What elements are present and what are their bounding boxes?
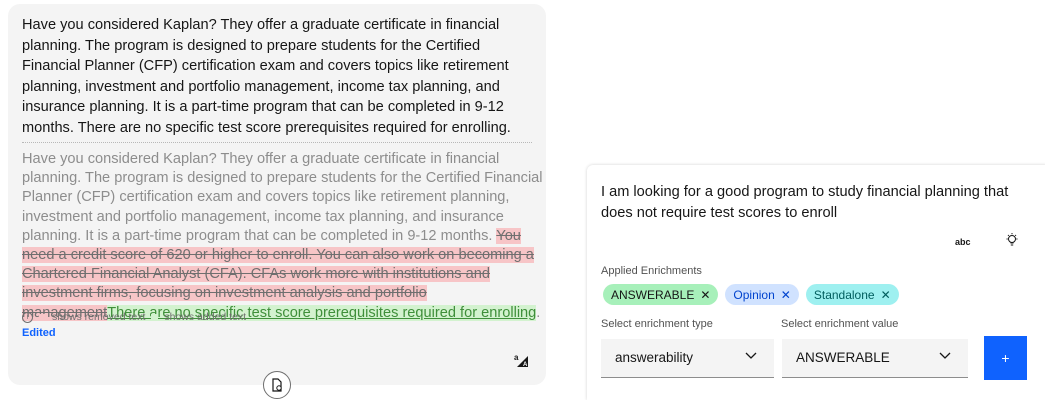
added-legend-label: shows added text (164, 311, 247, 323)
tag-answerable: ANSWERABLE ✕ (603, 284, 719, 305)
diff-text: Have you considered Kaplan? They offer a… (22, 150, 544, 323)
tag-opinion: Opinion ✕ (725, 284, 799, 305)
edited-status: Edited (22, 327, 56, 339)
diff-legend: i shows removed text shows added text (22, 311, 246, 323)
add-enrichment-button[interactable]: + (984, 336, 1027, 380)
lightbulb-icon[interactable] (1005, 232, 1019, 253)
enrichment-value-label: Select enrichment value (781, 318, 899, 330)
removed-legend-label: shows removed text (52, 311, 146, 323)
answer-text: Have you considered Kaplan? They offer a… (22, 17, 511, 136)
enrichment-type-label: Select enrichment type (601, 318, 713, 330)
diff-end-text: . (536, 304, 541, 321)
document-icon[interactable] (263, 371, 291, 399)
applied-enrichments-label: Applied Enrichments (601, 265, 702, 277)
tag-label: ANSWERABLE (611, 287, 695, 302)
divider (22, 142, 532, 143)
enrichment-card: I am looking for a good program to study… (587, 165, 1045, 400)
chevron-down-icon (744, 348, 758, 365)
added-swatch (151, 313, 159, 321)
spell-check-icon[interactable]: abc (955, 237, 971, 247)
removed-swatch (39, 313, 46, 321)
info-icon: i (22, 311, 33, 323)
svg-text:a: a (514, 353, 519, 362)
enrichment-type-select[interactable]: answerability (601, 339, 774, 378)
enrichment-type-value: answerability (615, 350, 694, 365)
svg-text:A: A (523, 362, 528, 368)
query-text: I am looking for a good program to study… (601, 184, 1009, 221)
close-icon[interactable]: ✕ (781, 288, 791, 302)
enrichment-tags: ANSWERABLE ✕ Opinion ✕ Standalone ✕ (603, 284, 899, 305)
close-icon[interactable]: ✕ (881, 288, 891, 302)
answer-card: Have you considered Kaplan? They offer a… (8, 4, 546, 385)
diff-unchanged-text: Have you considered Kaplan? They offer a… (22, 151, 543, 244)
chevron-down-icon (938, 348, 952, 365)
translate-icon[interactable]: a A (513, 352, 529, 368)
tag-label: Opinion (733, 287, 775, 302)
tag-label: Standalone (813, 287, 875, 302)
close-icon[interactable]: ✕ (700, 288, 710, 302)
tag-standalone: Standalone ✕ (805, 284, 899, 305)
enrichment-value-select[interactable]: ANSWERABLE (782, 339, 968, 378)
enrichment-value-value: ANSWERABLE (796, 350, 890, 365)
